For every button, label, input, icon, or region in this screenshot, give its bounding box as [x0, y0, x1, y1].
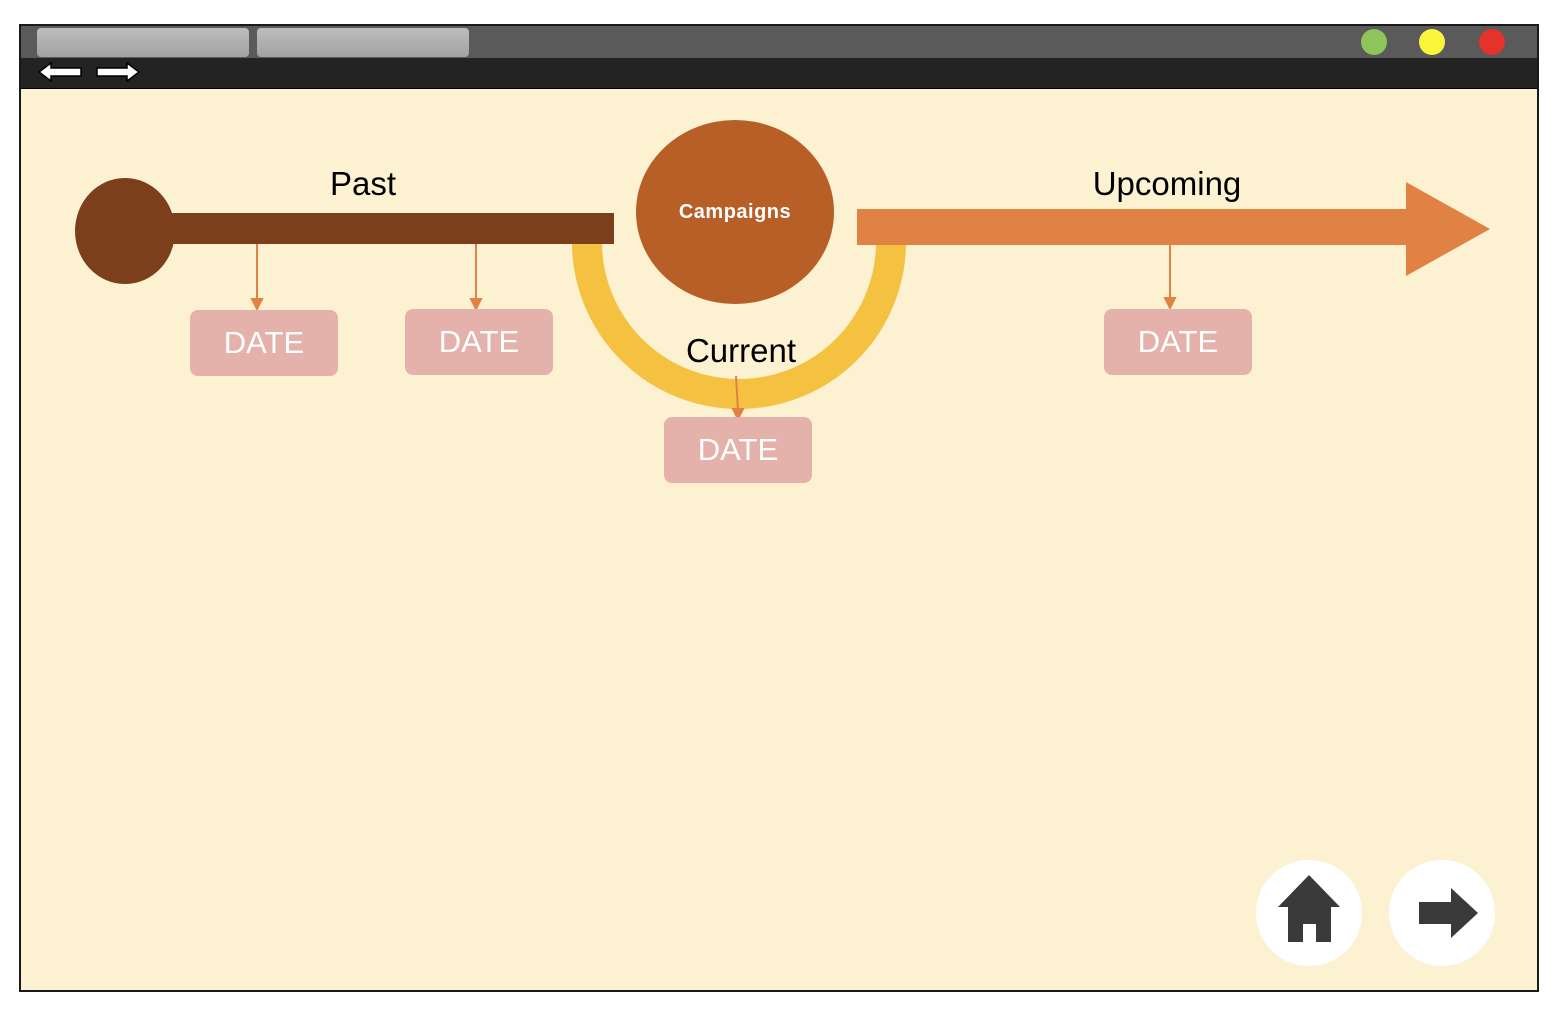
past-label: Past	[329, 165, 397, 202]
window-minimize-button[interactable]	[1361, 29, 1387, 55]
upcoming-label: Upcoming	[1092, 165, 1242, 202]
home-icon	[1278, 875, 1340, 942]
upcoming-date-box[interactable]: DATE	[1104, 309, 1252, 375]
browser-tab-1[interactable]	[37, 28, 249, 57]
date-label: DATE	[697, 432, 779, 467]
forward-arrow-icon[interactable]	[95, 61, 141, 83]
next-arrow-icon	[1419, 888, 1478, 938]
date-label: DATE	[223, 325, 305, 360]
past-date-box-1[interactable]: DATE	[190, 310, 338, 376]
past-bar	[141, 213, 614, 244]
navigation-bar	[21, 58, 1537, 89]
date-label: DATE	[438, 324, 520, 359]
past-date-box-2[interactable]: DATE	[405, 309, 553, 375]
window-maximize-button[interactable]	[1419, 29, 1445, 55]
next-button[interactable]	[1389, 860, 1495, 966]
current-date-box[interactable]: DATE	[664, 417, 812, 483]
home-button[interactable]	[1256, 860, 1362, 966]
window-close-button[interactable]	[1479, 29, 1505, 55]
campaigns-circle[interactable]: Campaigns	[636, 120, 834, 304]
timeline-start-dot	[75, 178, 175, 284]
back-arrow-icon[interactable]	[37, 61, 83, 83]
tab-bar	[21, 26, 1537, 58]
browser-window: Campaigns Past Upcoming Current DATE DAT…	[19, 24, 1539, 992]
browser-tab-2[interactable]	[257, 28, 469, 57]
content-area: Campaigns Past Upcoming Current DATE DAT…	[21, 89, 1537, 988]
current-label: Current	[685, 332, 797, 369]
campaigns-label: Campaigns	[678, 200, 792, 223]
date-label: DATE	[1137, 324, 1219, 359]
